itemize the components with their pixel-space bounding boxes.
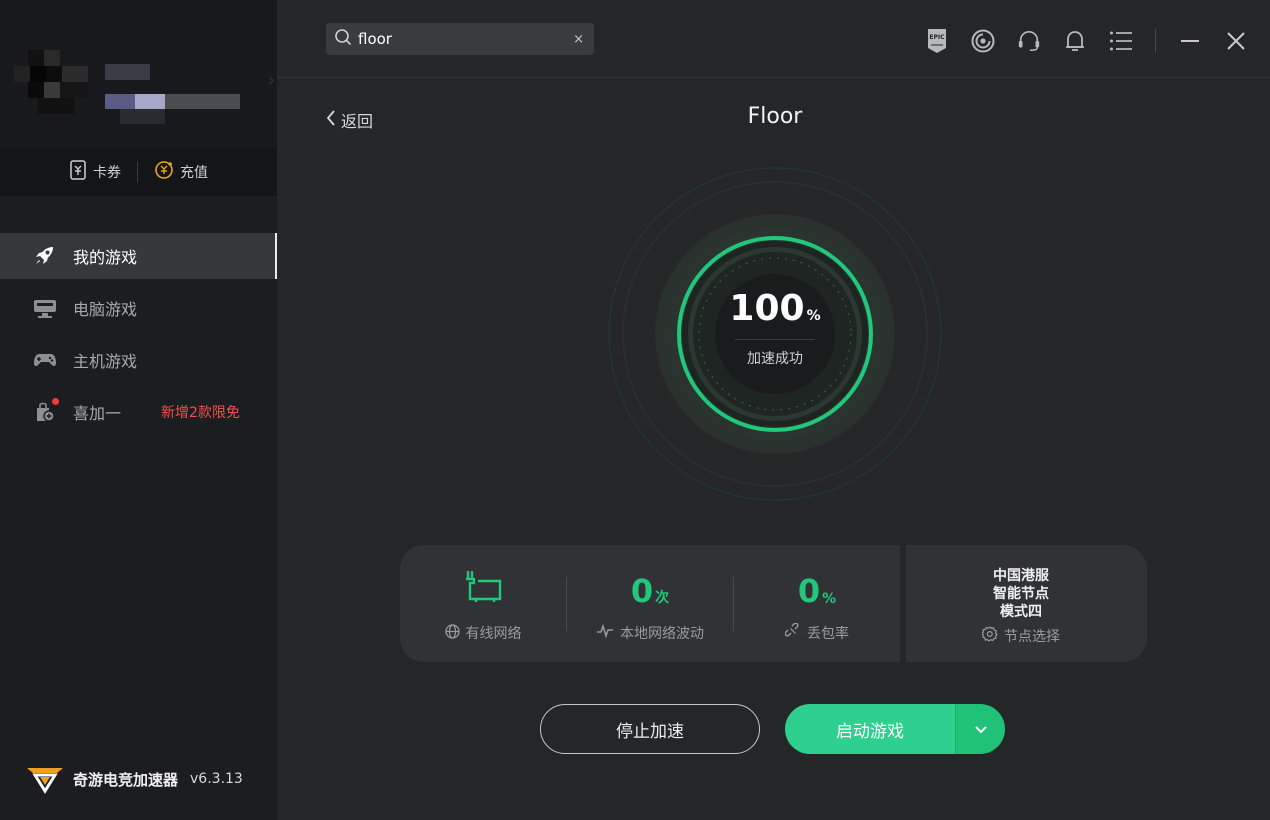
svg-text:EPIC: EPIC: [929, 34, 945, 41]
network-type-label: 有线网络: [465, 626, 522, 642]
launch-game-button-group: 启动游戏: [785, 704, 1005, 754]
back-button[interactable]: 返回: [325, 108, 373, 132]
gift-bag-icon: [33, 398, 59, 423]
network-stats-panel: 有线网络 0 次 本地网络波动 0 % 丢包率 中国港服 智能节点 模式四 节点…: [400, 545, 1147, 662]
sidebar: › 卡券 充值 我的游戏 电脑游戏 主机游戏 喜加一 新增2款限免 奇游电竞加速…: [0, 0, 277, 820]
gauge-divider: [735, 338, 815, 340]
launch-options-button[interactable]: [956, 704, 1005, 754]
gauge-unit: %: [806, 307, 821, 324]
clear-search-icon[interactable]: ×: [573, 32, 584, 47]
pulse-icon: [596, 623, 614, 642]
loss-label: 丢包率: [807, 626, 849, 642]
sidebar-item-console-games[interactable]: 主机游戏: [0, 337, 277, 383]
rocket-icon: [33, 245, 57, 267]
sidebar-item-label: 电脑游戏: [73, 300, 138, 319]
back-label: 返回: [341, 112, 374, 131]
sidebar-nav: 我的游戏 电脑游戏 主机游戏 喜加一 新增2款限免: [0, 233, 277, 441]
coin-icon: [154, 160, 174, 184]
coupon-icon: [69, 160, 87, 184]
node-select-label: 节点选择: [1004, 629, 1060, 645]
top-bar: × EPIC: [277, 0, 1270, 78]
stat-packet-loss: 0 % 丢包率: [734, 545, 900, 662]
epic-icon[interactable]: EPIC: [925, 28, 949, 54]
stop-acceleration-button[interactable]: 停止加速: [540, 704, 760, 754]
gear-icon: [981, 626, 998, 646]
stat-jitter: 0 次 本地网络波动: [567, 545, 733, 662]
avatar[interactable]: [14, 46, 88, 122]
node-select-button[interactable]: 节点选择: [981, 626, 1060, 646]
sidebar-item-label: 我的游戏: [73, 248, 138, 267]
toolbar-divider: [1155, 29, 1156, 53]
minimize-icon[interactable]: [1178, 28, 1202, 54]
recharge-label: 充值: [180, 165, 208, 181]
brand-logo-icon: [25, 760, 65, 798]
notification-dot: [52, 398, 59, 405]
node-mode: 模式四: [1000, 604, 1042, 620]
node-selector[interactable]: 中国港服 智能节点 模式四 节点选择: [906, 545, 1136, 662]
close-icon[interactable]: [1224, 28, 1248, 54]
sidebar-item-my-games[interactable]: 我的游戏: [0, 233, 277, 279]
search-box[interactable]: ×: [326, 23, 594, 55]
username-blurred: [105, 64, 240, 124]
loss-value: 0: [797, 572, 821, 610]
sidebar-item-label: 主机游戏: [73, 352, 138, 371]
headset-icon[interactable]: [1017, 28, 1041, 54]
wallet-bar: 卡券 充值: [0, 148, 277, 196]
monitor-icon: [33, 297, 57, 319]
loss-unit: %: [822, 591, 837, 607]
profile-arrow-icon: ›: [268, 70, 276, 91]
gauge-value: 100: [729, 287, 805, 329]
node-type: 智能节点: [993, 586, 1049, 602]
coupon-label: 卡券: [93, 165, 121, 181]
jitter-value: 0: [630, 572, 654, 610]
brand-name: 奇游电竞加速器: [73, 770, 179, 789]
freebies-promo-text[interactable]: 新增2款限免: [161, 402, 240, 422]
wired-network-icon: [464, 569, 502, 607]
node-region: 中国港服: [993, 568, 1049, 584]
gauge-readout: 100% 加速成功: [608, 167, 942, 501]
menu-icon[interactable]: [1109, 28, 1133, 54]
sidebar-item-label: 喜加一: [73, 404, 122, 423]
acceleration-gauge: 100% 加速成功: [608, 167, 942, 501]
sidebar-item-freebies[interactable]: 喜加一 新增2款限免: [0, 389, 277, 435]
brand: 奇游电竞加速器 v6.3.13: [25, 760, 243, 798]
sidebar-item-pc-games[interactable]: 电脑游戏: [0, 285, 277, 331]
launch-game-button[interactable]: 启动游戏: [785, 704, 955, 754]
page-title: Floor: [747, 104, 803, 129]
chevron-left-icon: [325, 109, 337, 131]
jitter-unit: 次: [655, 590, 670, 606]
coupon-button[interactable]: 卡券: [53, 160, 137, 184]
recharge-button[interactable]: 充值: [138, 160, 224, 184]
broken-link-icon: [784, 622, 801, 643]
bell-icon[interactable]: [1063, 28, 1087, 54]
search-icon: [334, 28, 352, 50]
search-input[interactable]: [358, 30, 574, 48]
ubisoft-icon[interactable]: [971, 28, 995, 54]
gamepad-icon: [33, 349, 57, 371]
stat-network-type: 有线网络: [400, 545, 566, 662]
chevron-down-icon: [974, 720, 988, 739]
globe-icon: [444, 623, 460, 643]
profile-card[interactable]: ›: [0, 0, 277, 148]
toolbar-icons: EPIC: [925, 26, 1270, 56]
jitter-label: 本地网络波动: [620, 626, 704, 642]
gauge-percentage: 100%: [729, 287, 821, 329]
app-version: v6.3.13: [190, 771, 243, 787]
gauge-status: 加速成功: [747, 350, 803, 367]
